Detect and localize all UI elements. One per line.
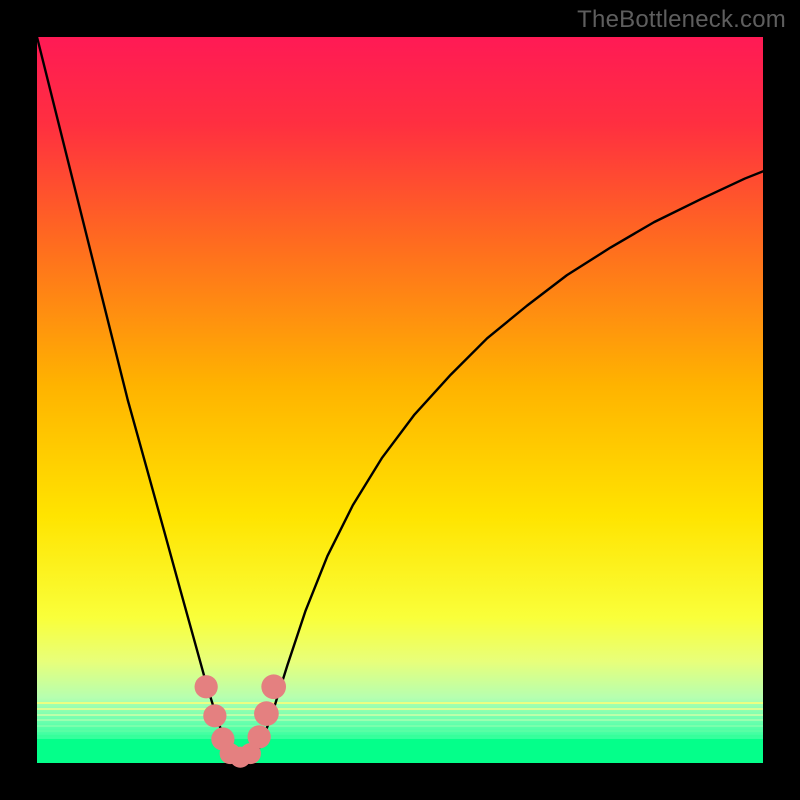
watermark-text: TheBottleneck.com: [577, 6, 786, 34]
marker-dot: [261, 674, 286, 699]
marker-dot: [248, 725, 271, 748]
marker-dot: [195, 675, 218, 698]
curve-overlay: [37, 37, 763, 763]
bottleneck-curve: [37, 37, 763, 763]
marker-cluster: [195, 674, 286, 767]
chart-frame: TheBottleneck.com: [0, 0, 800, 800]
marker-dot: [254, 701, 279, 726]
marker-dot: [203, 704, 226, 727]
